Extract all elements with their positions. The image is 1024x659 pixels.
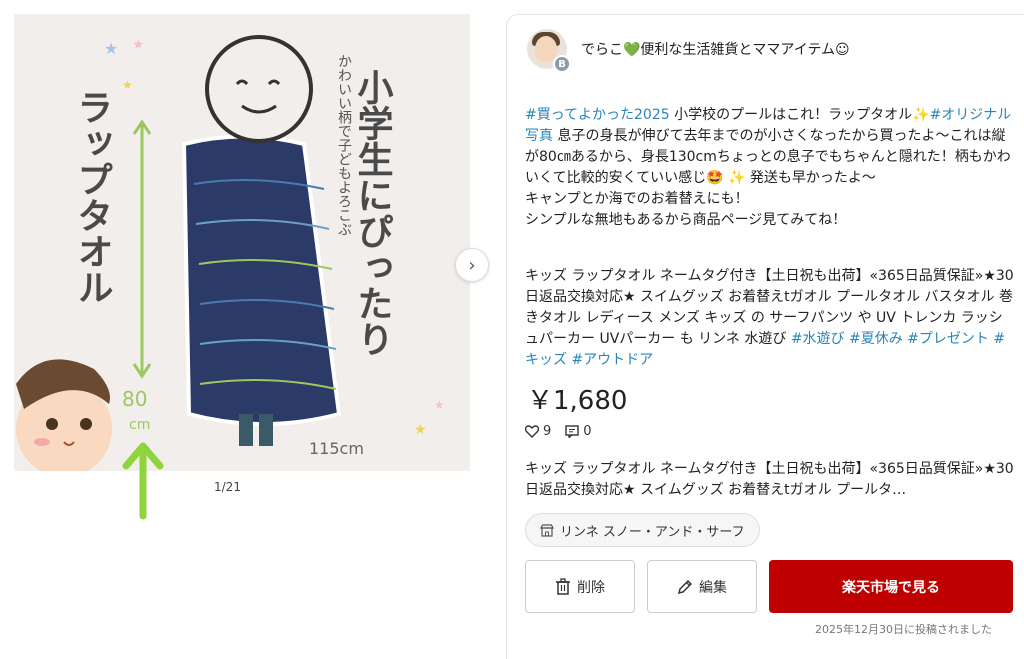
like-button[interactable]: 9	[525, 424, 551, 439]
comment-icon	[565, 425, 579, 438]
username[interactable]: でらこ💚便利な生活雑貨とママアイテム☺	[581, 39, 850, 59]
shop-icon	[540, 523, 554, 537]
image-left-label: ラップタオル	[72, 89, 113, 305]
hashtag-link[interactable]: #買ってよかった2025	[525, 107, 670, 123]
edit-button[interactable]: 編集	[647, 560, 757, 613]
image-counter: 1/21	[214, 480, 241, 494]
edit-label: 編集	[699, 579, 727, 596]
trash-icon	[556, 578, 570, 595]
post-caption: #買ってよかった2025 小学校のプールはこれ！ラップタオル✨#オリジナル写真 …	[525, 107, 1012, 228]
delete-button[interactable]: 削除	[525, 560, 635, 613]
shop-link[interactable]: リンネ スノー・アンド・サーフ	[525, 513, 760, 547]
pencil-icon	[677, 579, 693, 594]
svg-text:★: ★	[122, 78, 133, 92]
product-description[interactable]: キッズ ラップタオル ネームタグ付き【土日祝も出荷】«365日品質保証»★30日…	[525, 459, 1015, 501]
svg-text:★: ★	[434, 398, 445, 412]
product-photo-illustration: ★ ★ ★ ★ ★ 小学生にぴったり かわいい柄で子どもよろこぶ ラップタオル …	[14, 14, 470, 471]
post-header: B でらこ💚便利な生活雑貨とママアイテム☺	[527, 29, 850, 73]
comment-button[interactable]: 0	[565, 424, 592, 439]
avatar[interactable]: B	[527, 29, 571, 73]
next-image-button[interactable]: ›	[455, 248, 489, 282]
price: ￥1,680	[527, 386, 628, 416]
like-count: 9	[543, 424, 552, 439]
image-main-label: 小学生にぴったり	[352, 69, 394, 357]
heart-icon	[525, 425, 539, 438]
delete-label: 削除	[577, 579, 605, 596]
svg-text:★: ★	[414, 422, 427, 438]
image-height-unit: cm	[129, 417, 150, 433]
svg-text:★: ★	[132, 37, 145, 53]
shop-name: リンネ スノー・アンド・サーフ	[560, 524, 745, 540]
view-on-rakuten-button[interactable]: 楽天市場で見る	[769, 560, 1013, 613]
green-arrow-annotation-left	[122, 442, 164, 520]
chevron-right-icon: ›	[468, 254, 476, 276]
comment-count: 0	[583, 424, 592, 439]
image-height-number: 80	[122, 387, 147, 411]
svg-text:★: ★	[104, 39, 118, 58]
product-title: キッズ ラップタオル ネームタグ付き【土日祝も出荷】«365日品質保証»★30日…	[525, 268, 1014, 368]
post-stats: 9 0	[525, 424, 592, 439]
post-detail-panel: B でらこ💚便利な生活雑貨とママアイテム☺ #買ってよかった2025 小学校のプ…	[506, 14, 1024, 659]
image-sub-label: かわいい柄で子どもよろこぶ	[336, 54, 352, 236]
posted-date: 2025年12月30日に投稿されました	[815, 623, 992, 636]
image-child-height: 115cm	[309, 439, 364, 458]
product-image[interactable]: ★ ★ ★ ★ ★ 小学生にぴったり かわいい柄で子どもよろこぶ ラップタオル …	[14, 14, 470, 471]
user-badge: B	[553, 55, 571, 73]
